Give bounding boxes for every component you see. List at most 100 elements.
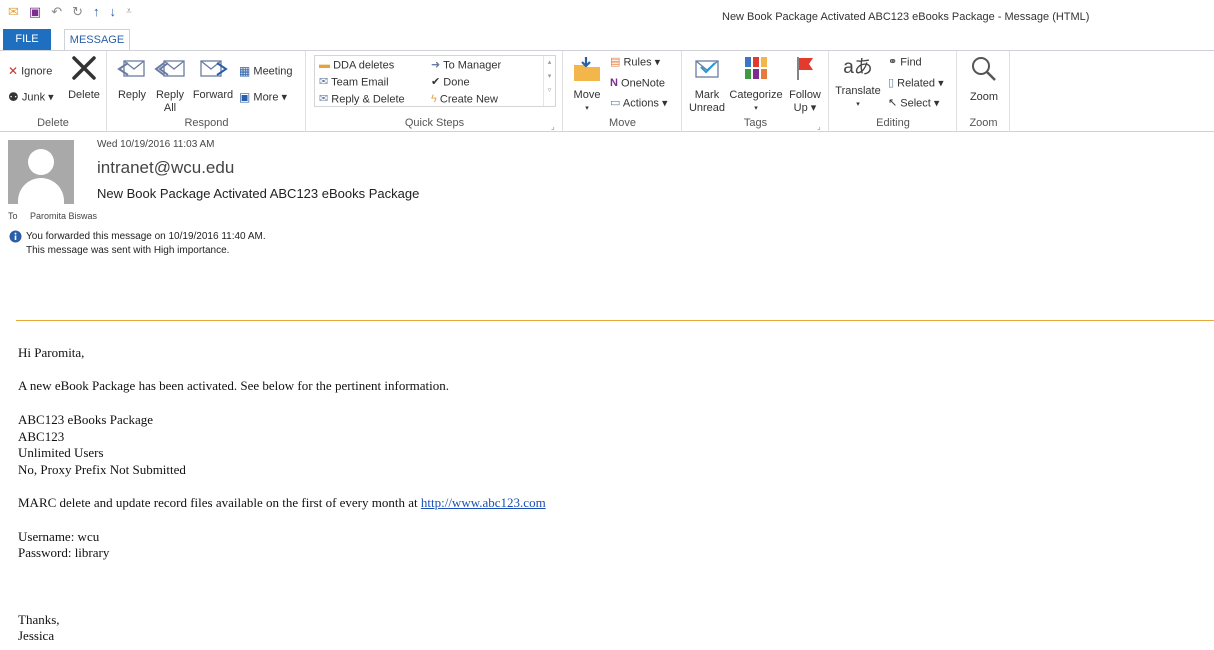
zoom-group-label: Zoom — [969, 117, 998, 129]
body-signature: Jessica — [18, 628, 55, 643]
ignore-button[interactable]: ✕ Ignore — [8, 65, 52, 78]
body-username: Username: wcu — [18, 529, 100, 544]
body-thanks: Thanks, — [18, 612, 60, 627]
more-respond-button[interactable]: ▣ More ▾ — [239, 91, 287, 104]
sent-date: Wed 10/19/2016 11:03 AM — [97, 139, 215, 150]
translate-icon: aあ — [843, 57, 873, 78]
avatar-body — [18, 178, 64, 204]
zoom-button[interactable]: Zoom — [962, 55, 1006, 104]
recipient-name[interactable]: Paromita Biswas — [30, 211, 97, 221]
forward-icon — [200, 60, 228, 77]
redo-icon[interactable]: ↻ — [72, 4, 83, 20]
translate-dropdown-icon: ▾ — [856, 101, 860, 108]
delete-icon — [72, 56, 96, 80]
team-email-icon: ✉ — [319, 76, 329, 88]
meeting-button[interactable]: ▦ Meeting — [239, 65, 293, 78]
quick-step-to-manager[interactable]: ➜ To Manager — [431, 59, 501, 72]
quick-steps-scrollbar[interactable]: ▴ ▾ ▿ — [543, 56, 555, 106]
magnifier-icon — [972, 57, 996, 81]
abc123-link[interactable]: http://www.abc123.com — [421, 495, 546, 510]
tab-file[interactable]: FILE — [3, 29, 51, 50]
sender-avatar — [8, 140, 74, 204]
move-button[interactable]: Move ▾ — [568, 55, 606, 115]
zoom-group: Zoom Zoom — [958, 51, 1010, 131]
tags-group-label: Tags — [743, 117, 768, 129]
categorize-button[interactable]: Categorize ▾ — [729, 55, 783, 115]
title-bar: ✉ ▣ ↶ ↻ ↑ ↓ ⩡ New Book Package Activated… — [0, 0, 1214, 26]
cursor-icon: ↖ — [888, 97, 898, 109]
rules-button[interactable]: ▤ Rules ▾ — [610, 56, 660, 69]
mail-icon: ✉ — [8, 4, 19, 19]
body-marc-text: MARC delete and update record files avai… — [18, 495, 421, 510]
quick-steps-gallery: ▬ DDA deletes ✉ Team Email ✉ Reply & Del… — [314, 55, 556, 107]
body-package-code: ABC123 — [18, 429, 65, 444]
move-group: Move ▾ ▤ Rules ▾ N OneNote ▭ Actions ▾ M… — [564, 51, 682, 131]
reply-all-button[interactable]: Reply All — [152, 55, 188, 115]
categorize-icon — [745, 57, 767, 79]
more-icon: ▣ — [239, 90, 251, 104]
quick-step-team-email[interactable]: ✉ Team Email — [319, 76, 389, 89]
ignore-icon: ✕ — [8, 64, 19, 78]
editing-group: aあ Translate ▾ ⚭ Find ▯ Related ▾ ↖ Sele… — [830, 51, 957, 131]
delete-group: ✕ Ignore ⚉ Junk ▾ Delete Delete — [0, 51, 107, 131]
delete-button[interactable]: Delete — [66, 55, 102, 102]
customize-toolbar-icon[interactable]: ⩡ — [126, 4, 132, 20]
related-button[interactable]: ▯ Related ▾ — [888, 77, 944, 90]
message-subject: New Book Package Activated ABC123 eBooks… — [97, 186, 420, 201]
body-greeting: Hi Paromita, — [18, 345, 85, 360]
folder-icon: ▬ — [319, 59, 330, 71]
undo-icon[interactable]: ↶ — [51, 4, 62, 20]
lightning-icon: ϟ — [431, 93, 437, 105]
body-marc-line: MARC delete and update record files avai… — [18, 495, 546, 511]
junk-button[interactable]: ⚉ Junk ▾ — [8, 91, 54, 104]
move-dropdown-icon: ▾ — [585, 105, 589, 112]
onenote-button[interactable]: N OneNote — [610, 77, 665, 90]
mark-unread-button[interactable]: Mark Unread — [687, 55, 727, 115]
binoculars-icon: ⚭ — [888, 56, 898, 68]
body-package-name: ABC123 eBooks Package — [18, 412, 154, 427]
respond-group-label: Respond — [184, 117, 229, 129]
onenote-icon: N — [610, 77, 618, 89]
sender-address[interactable]: intranet@wcu.edu — [97, 158, 234, 178]
forward-button[interactable]: Forward — [190, 55, 236, 102]
delete-group-label: Delete — [37, 117, 69, 129]
meeting-icon: ▦ — [239, 64, 251, 78]
info-forwarded[interactable]: You forwarded this message on 10/19/2016… — [26, 231, 266, 242]
quick-step-done[interactable]: ✔ Done — [431, 76, 470, 89]
quick-step-create-new[interactable]: ϟ Create New — [431, 93, 498, 106]
respond-group: Reply Reply All Forward ▦ Meeting ▣ More… — [108, 51, 306, 131]
editing-group-label: Editing — [876, 117, 910, 129]
select-button[interactable]: ↖ Select ▾ — [888, 97, 939, 110]
quick-steps-launcher-icon[interactable]: ⌟ — [551, 120, 555, 133]
quick-step-dda-deletes[interactable]: ▬ DDA deletes — [319, 59, 394, 72]
translate-button[interactable]: aあ Translate ▾ — [832, 53, 884, 111]
scroll-up-icon[interactable]: ▴ — [544, 56, 555, 70]
to-manager-icon: ➜ — [431, 59, 441, 71]
previous-item-icon[interactable]: ↑ — [93, 4, 100, 20]
header-divider — [16, 320, 1214, 321]
info-icon — [9, 230, 22, 243]
categorize-dropdown-icon: ▾ — [754, 105, 758, 112]
ribbon: ✕ Ignore ⚉ Junk ▾ Delete Delete Reply Re… — [0, 50, 1214, 132]
tab-message[interactable]: MESSAGE — [64, 29, 130, 50]
ribbon-tabs: FILE MESSAGE — [0, 29, 1214, 50]
window-title: New Book Package Activated ABC123 eBooks… — [722, 11, 1090, 23]
flag-icon — [797, 57, 813, 80]
quick-step-reply-delete[interactable]: ✉ Reply & Delete — [319, 93, 405, 106]
scroll-down-icon[interactable]: ▾ — [544, 70, 555, 84]
avatar-head — [28, 149, 54, 175]
move-folder-icon — [574, 57, 600, 81]
gallery-expand-icon[interactable]: ▿ — [544, 84, 555, 98]
tags-group: Mark Unread Categorize ▾ Follow Up ▾ ⌟ T… — [683, 51, 829, 131]
actions-button[interactable]: ▭ Actions ▾ — [610, 97, 668, 110]
follow-up-button[interactable]: Follow Up ▾ — [785, 55, 825, 115]
body-proxy: No, Proxy Prefix Not Submitted — [18, 462, 186, 477]
reply-delete-icon: ✉ — [319, 93, 329, 105]
envelope-icon — [695, 60, 719, 78]
actions-icon: ▭ — [610, 97, 621, 109]
save-icon[interactable]: ▣ — [29, 4, 41, 20]
reply-icon — [117, 60, 145, 77]
next-item-icon[interactable]: ↓ — [110, 4, 117, 20]
reply-button[interactable]: Reply — [112, 55, 152, 102]
find-button[interactable]: ⚭ Find — [888, 56, 922, 69]
